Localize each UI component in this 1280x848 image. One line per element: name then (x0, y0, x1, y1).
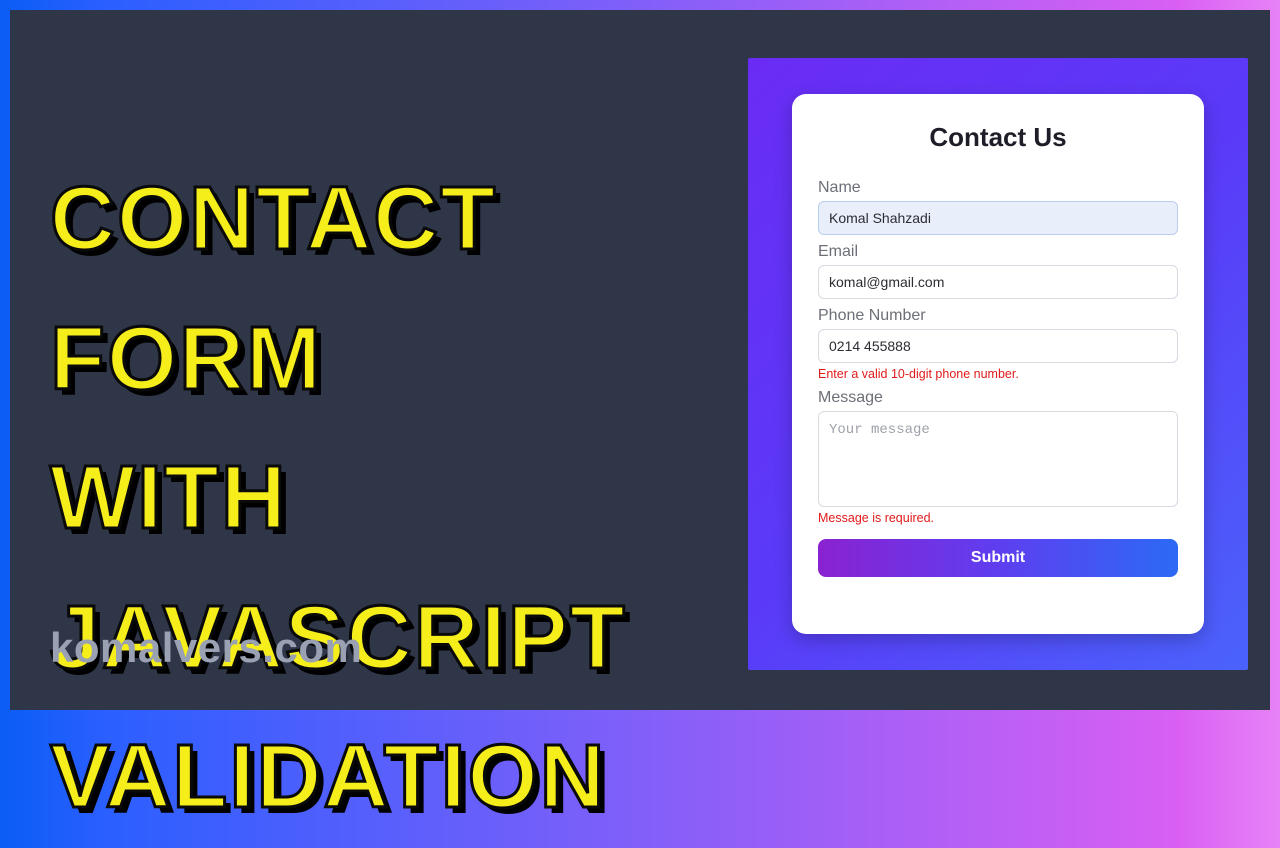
submit-button[interactable]: Submit (818, 539, 1178, 577)
message-error: Message is required. (818, 511, 1178, 525)
phone-label: Phone Number (818, 307, 1178, 325)
name-label: Name (818, 179, 1178, 197)
contact-form-card: Contact Us Name Email Phone Number Enter… (792, 94, 1204, 634)
site-watermark: komalvers.com (50, 624, 362, 672)
message-textarea[interactable] (818, 411, 1178, 507)
headline-line-3: VALIDATION (50, 708, 748, 848)
thumbnail-frame: CONTACT FORM WITH JAVASCRIPT VALIDATION … (10, 10, 1270, 710)
form-title: Contact Us (818, 122, 1178, 153)
email-label: Email (818, 243, 1178, 261)
message-label: Message (818, 389, 1178, 407)
phone-error: Enter a valid 10-digit phone number. (818, 367, 1178, 381)
headline-line-1: CONTACT FORM (50, 150, 748, 429)
email-input[interactable] (818, 265, 1178, 299)
form-gradient-panel: Contact Us Name Email Phone Number Enter… (748, 58, 1248, 670)
phone-input[interactable] (818, 329, 1178, 363)
headline-panel: CONTACT FORM WITH JAVASCRIPT VALIDATION … (10, 10, 748, 710)
headline-text: CONTACT FORM WITH JAVASCRIPT VALIDATION (50, 150, 748, 848)
name-input[interactable] (818, 201, 1178, 235)
